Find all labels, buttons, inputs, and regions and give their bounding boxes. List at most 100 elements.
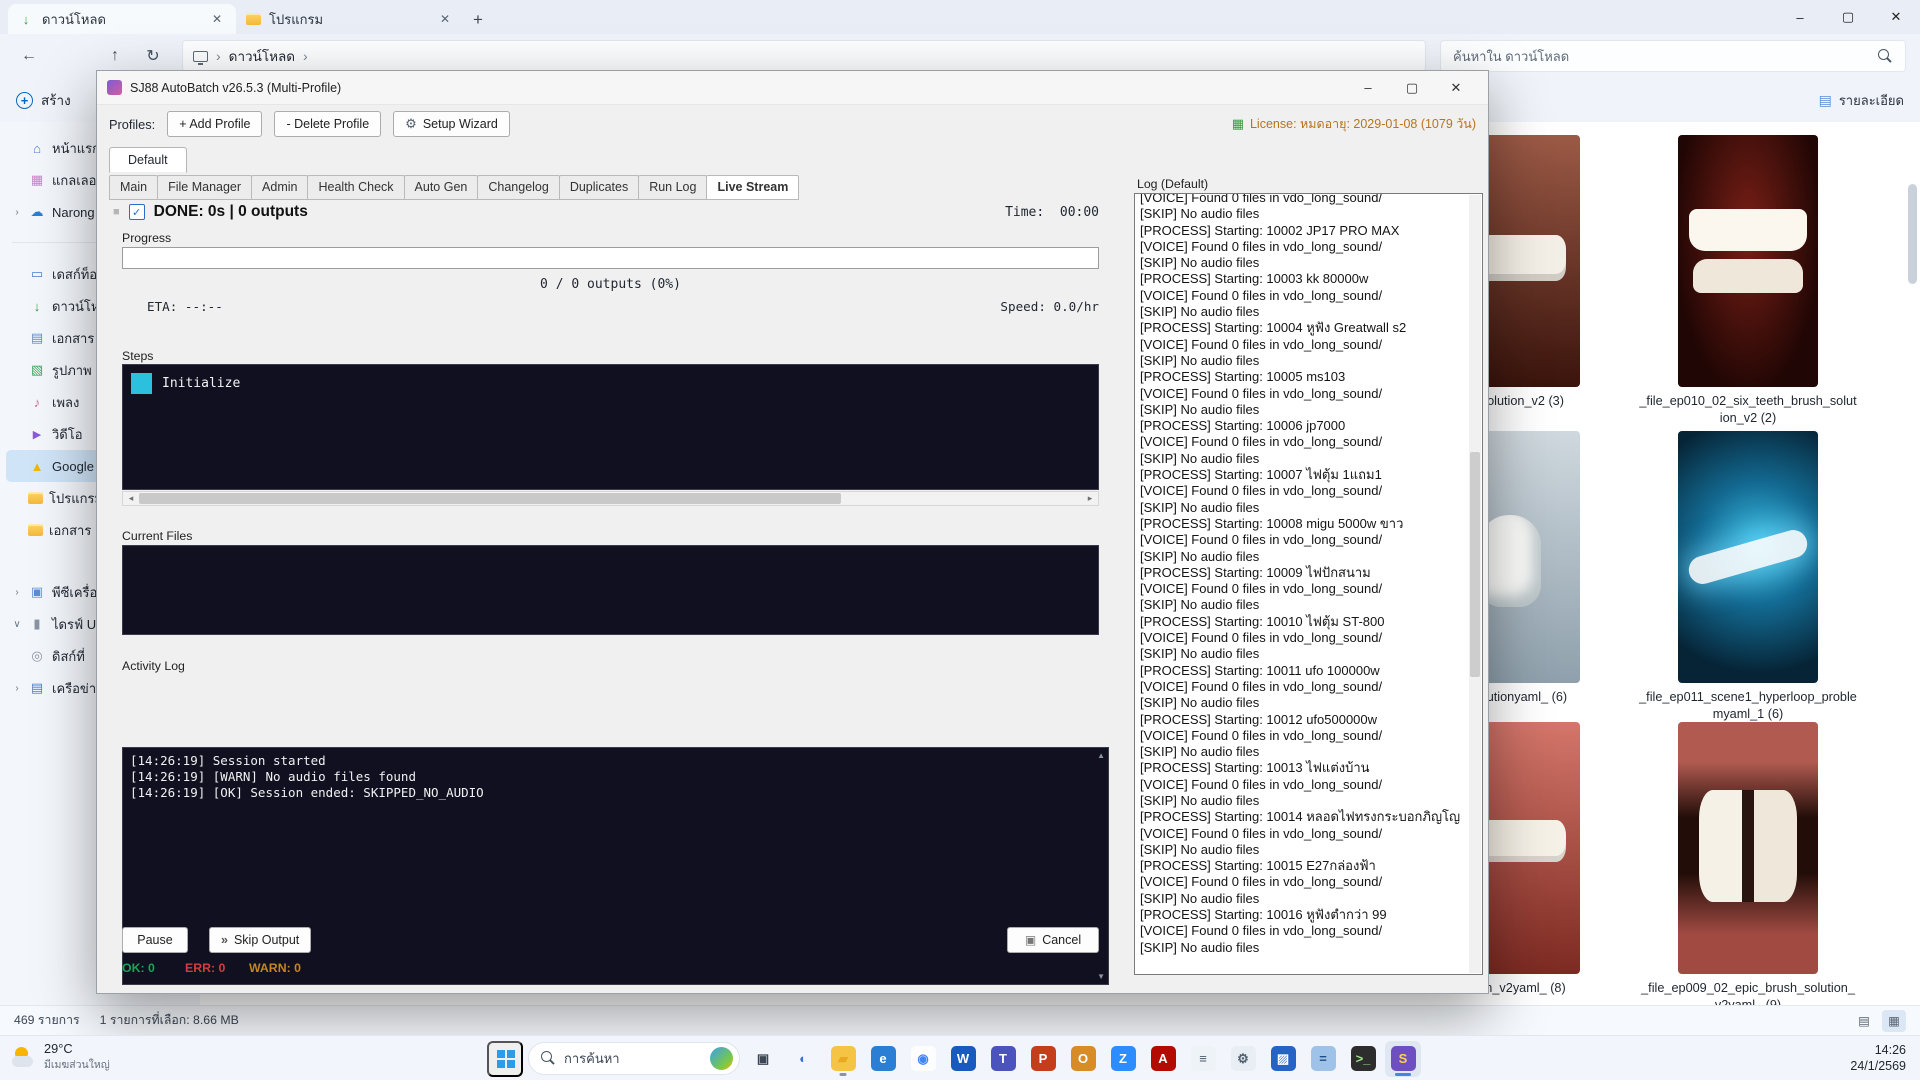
close-button[interactable]: ✕	[1434, 71, 1478, 104]
acrobat-icon[interactable]: A	[1145, 1041, 1181, 1077]
tab[interactable]: Changelog	[477, 175, 560, 200]
chrome-icon[interactable]: ◉	[905, 1041, 941, 1077]
steps-panel: Initialize	[122, 364, 1099, 490]
new-button[interactable]: + สร้าง	[16, 89, 71, 111]
warning-counter: WARN: 0	[249, 961, 301, 975]
explorer-tab-downloads[interactable]: ดาวน์โหลด ✕	[8, 4, 236, 34]
file-thumbnail[interactable]	[1678, 722, 1818, 974]
photos-icon[interactable]: ▨	[1265, 1041, 1301, 1077]
log-line: [SKIP] No audio files	[1140, 792, 1260, 808]
stop-icon[interactable]: ■	[113, 206, 120, 218]
log-panel[interactable]: [VOICE] Found 0 files in vdo_long_sound/…	[1134, 193, 1483, 975]
add-profile-button[interactable]: + Add Profile	[167, 111, 263, 137]
tab[interactable]: Duplicates	[558, 175, 640, 200]
log-line: [SKIP] No audio files	[1140, 939, 1260, 955]
close-tab-icon[interactable]: ✕	[436, 10, 454, 28]
zoom-icon[interactable]: Z	[1105, 1041, 1141, 1077]
close-button[interactable]: ✕	[1872, 0, 1920, 34]
close-tab-icon[interactable]: ✕	[208, 10, 226, 28]
license-info: ▦ License: หมดอายุ: 2029-01-08 (1079 วัน…	[1232, 114, 1476, 134]
minimize-button[interactable]: –	[1776, 0, 1824, 34]
powerpoint-icon[interactable]: P	[1025, 1041, 1061, 1077]
scroll-right-icon[interactable]: ▸	[1082, 493, 1098, 504]
scrollbar-thumb[interactable]	[139, 493, 841, 504]
tab[interactable]: Live Stream	[706, 175, 800, 200]
refresh-button[interactable]: ↻	[138, 41, 168, 71]
calculator-icon[interactable]: =	[1305, 1041, 1341, 1077]
tree-chevron-icon[interactable]: ›	[12, 207, 22, 218]
copilot-icon[interactable]: ◐	[785, 1041, 821, 1077]
skip-output-button[interactable]: » Skip Output	[209, 927, 312, 953]
pause-button[interactable]: Pause	[122, 927, 188, 953]
clock-tray[interactable]: 14:26 24/1/2569	[1850, 1043, 1906, 1074]
delete-profile-button[interactable]: - Delete Profile	[274, 111, 382, 137]
taskbar-search[interactable]: การค้นหา	[528, 1042, 740, 1075]
file-name[interactable]: _file_ep011_scene1_hyperloop_problemyaml…	[1638, 689, 1858, 722]
grid-view-icon[interactable]: ▦	[1882, 1009, 1906, 1032]
sidebar-item-icon	[28, 617, 46, 632]
steps-scrollbar[interactable]: ◂ ▸	[122, 491, 1099, 506]
address-bar[interactable]: › ดาวน์โหลด ›	[182, 40, 1426, 72]
profile-tab-default[interactable]: Default	[109, 147, 187, 173]
log-scrollbar-thumb[interactable]	[1470, 451, 1480, 678]
office-icon[interactable]: O	[1065, 1041, 1101, 1077]
terminal-icon[interactable]: >_	[1345, 1041, 1381, 1077]
minimize-button[interactable]: –	[1346, 71, 1390, 104]
maximize-button[interactable]: ▢	[1390, 71, 1434, 104]
taskbar: 29°C มีเมฆส่วนใหญ่ การค้นหา ▣ ◐ ▰ e ◉ W …	[0, 1035, 1920, 1080]
tab[interactable]: File Manager	[157, 175, 253, 200]
file-thumbnail[interactable]	[1678, 135, 1818, 387]
tree-chevron-icon[interactable]: ›	[12, 683, 22, 694]
file-explorer-icon[interactable]: ▰	[825, 1041, 861, 1077]
setup-wizard-button[interactable]: ⚙ Setup Wizard	[393, 111, 510, 137]
tree-chevron-icon[interactable]: ∨	[12, 619, 22, 630]
teams-icon[interactable]: T	[985, 1041, 1021, 1077]
edge-icon[interactable]: e	[865, 1041, 901, 1077]
word-icon[interactable]: W	[945, 1041, 981, 1077]
back-button[interactable]: ←	[14, 41, 44, 71]
tab[interactable]: Admin	[251, 175, 309, 200]
start-button[interactable]	[487, 1040, 523, 1077]
file-thumbnail[interactable]	[1678, 431, 1818, 683]
weather-description: มีเมฆส่วนใหญ่	[44, 1059, 110, 1071]
location-icon	[193, 50, 208, 65]
details-view-toggle[interactable]: ▤ รายละเอียด	[1819, 90, 1904, 111]
breadcrumb[interactable]: ดาวน์โหลด	[229, 45, 295, 67]
scroll-up-icon[interactable]: ▲	[1097, 751, 1105, 760]
elapsed-time: Time: 00:00	[1005, 205, 1099, 220]
list-view-icon[interactable]: ▤	[1852, 1010, 1876, 1032]
scroll-left-icon[interactable]: ◂	[123, 493, 139, 504]
app-title-bar[interactable]: SJ88 AutoBatch v26.5.3 (Multi-Profile) –…	[97, 71, 1488, 105]
log-line: [VOICE] Found 0 files in vdo_long_sound/	[1140, 193, 1383, 205]
taskbar-center: การค้นหา ▣ ◐ ▰ e ◉ W T P O Z A ≡ ⚙ ▨ = >…	[487, 1036, 1421, 1080]
step-name: Initialize	[162, 376, 241, 391]
scroll-down-icon[interactable]: ▼	[1097, 972, 1105, 981]
windows-logo-icon	[496, 1050, 505, 1058]
search-icon[interactable]	[1878, 48, 1893, 64]
log-line: [VOICE] Found 0 files in vdo_long_sound/	[1140, 434, 1383, 450]
up-button[interactable]: ↑	[100, 41, 130, 71]
log-scrollbar[interactable]	[1469, 195, 1481, 973]
explorer-scrollbar[interactable]	[1908, 184, 1917, 284]
maximize-button[interactable]: ▢	[1824, 0, 1872, 34]
settings-icon[interactable]: ⚙	[1225, 1041, 1261, 1077]
tree-chevron-icon[interactable]: ›	[12, 587, 22, 598]
weather-widget[interactable]: 29°C มีเมฆส่วนใหญ่	[10, 1041, 110, 1073]
sj88-app-icon[interactable]: S	[1385, 1040, 1421, 1077]
explorer-tab-programs[interactable]: โปรแกรม ✕	[236, 4, 464, 34]
explorer-tab-bar: ดาวน์โหลด ✕ โปรแกรม ✕ + – ▢ ✕	[0, 0, 1920, 34]
notepad-icon[interactable]: ≡	[1185, 1041, 1221, 1077]
tab[interactable]: Run Log	[638, 175, 708, 200]
tab[interactable]: Main	[109, 175, 159, 200]
app-window-controls: – ▢ ✕	[1346, 71, 1478, 104]
task-view-icon[interactable]: ▣	[745, 1041, 781, 1077]
log-line: [VOICE] Found 0 files in vdo_long_sound/	[1140, 923, 1383, 939]
tab[interactable]: Health Check	[307, 175, 405, 200]
search-input[interactable]: ค้นหาใน ดาวน์โหลด	[1440, 40, 1906, 72]
weather-icon	[10, 1045, 36, 1069]
new-tab-button[interactable]: +	[464, 6, 492, 34]
file-name[interactable]: _file_ep010_02_six_teeth_brush_solution_…	[1638, 393, 1858, 426]
log-line: [SKIP] No audio files	[1140, 695, 1260, 711]
cancel-button[interactable]: ▣ Cancel	[1007, 927, 1099, 953]
tab[interactable]: Auto Gen	[403, 175, 479, 200]
